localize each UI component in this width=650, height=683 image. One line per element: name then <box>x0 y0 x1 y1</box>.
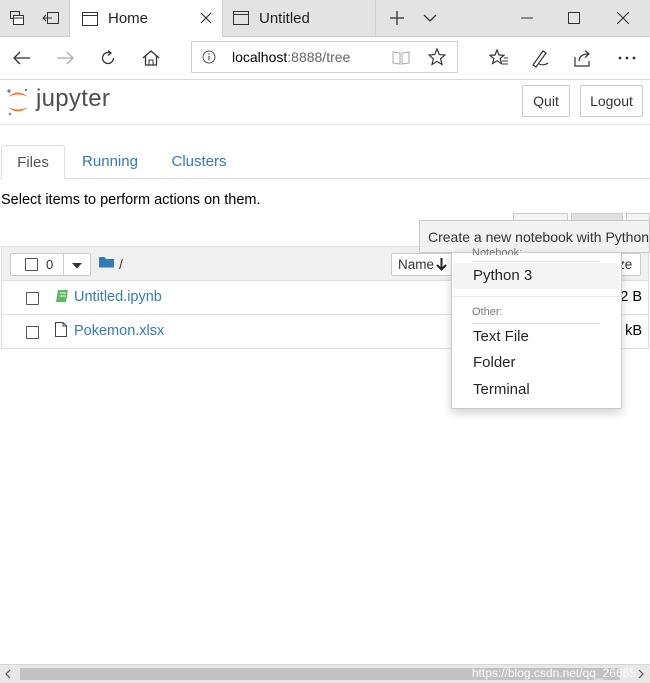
menu-item-label: Terminal <box>473 381 530 398</box>
arrow-down-icon <box>436 258 447 271</box>
caret-down-icon[interactable] <box>72 263 82 269</box>
horizontal-scrollbar[interactable]: https://blog.csdn.net/qq_26665 <box>0 664 650 683</box>
tab-untitled[interactable]: Untitled <box>224 0 376 36</box>
tab-manager-icon[interactable] <box>0 0 34 36</box>
url-host: localhost <box>232 49 288 65</box>
scroll-right-icon[interactable] <box>637 669 645 679</box>
select-all-checkbox[interactable] <box>25 258 38 271</box>
forward-icon[interactable] <box>47 40 83 76</box>
new-terminal-item[interactable]: Terminal <box>453 377 620 403</box>
browser-tab-bar: Home Untitled <box>0 0 650 37</box>
close-window-icon[interactable] <box>600 0 646 36</box>
notebook-icon <box>55 289 69 303</box>
sort-label: Name <box>398 257 435 272</box>
jupyter-header: jupyter Quit Logout <box>0 80 650 125</box>
scroll-left-icon[interactable] <box>4 669 12 679</box>
selected-count: 0 <box>46 257 54 272</box>
tab-label: Untitled <box>259 9 310 27</box>
row-checkbox[interactable] <box>26 326 39 339</box>
maximize-icon[interactable] <box>551 0 597 36</box>
tooltip-text: Create a new notebook with Python 3 <box>428 229 650 245</box>
favorites-hub-icon[interactable] <box>481 40 517 76</box>
browser-nav-bar: localhost:8888/tree <box>0 37 650 80</box>
file-icon <box>55 322 67 337</box>
jupyter-logo-icon[interactable] <box>5 86 31 118</box>
new-tab-icon[interactable] <box>380 0 414 36</box>
tab-clusters[interactable]: Clusters <box>158 145 240 178</box>
tab-files[interactable]: Files <box>1 145 65 179</box>
url-text[interactable]: localhost:8888/tree <box>232 49 350 65</box>
menu-divider <box>472 261 600 262</box>
notebook-section-header: Notebook: <box>472 247 523 255</box>
jupyter-wordmark: jupyter <box>36 85 111 112</box>
favorite-star-icon[interactable] <box>428 48 446 66</box>
menu-separator <box>452 296 621 297</box>
new-python3-notebook-item[interactable]: Python 3 <box>453 263 620 289</box>
new-dropdown-menu: Notebook: Python 3 Other: Text File Fold… <box>451 247 622 409</box>
address-bar[interactable]: localhost:8888/tree <box>191 41 458 73</box>
menu-item-label: Folder <box>473 354 516 371</box>
divider <box>63 254 64 275</box>
menu-item-label: Text File <box>473 328 529 345</box>
minimize-icon[interactable] <box>504 0 550 36</box>
site-info-icon[interactable] <box>202 50 216 64</box>
page-icon <box>233 11 249 25</box>
other-section-header: Other: <box>472 306 503 318</box>
menu-item-label: Python 3 <box>473 267 533 284</box>
watermark-text: https://blog.csdn.net/qq_26665 <box>471 666 636 680</box>
share-icon[interactable] <box>565 40 601 76</box>
row-checkbox[interactable] <box>26 292 39 305</box>
reading-view-icon[interactable] <box>392 50 410 65</box>
file-size: kB <box>625 323 642 339</box>
set-aside-tabs-icon[interactable] <box>34 0 68 36</box>
tab-home[interactable]: Home <box>69 0 223 37</box>
url-path: :8888/tree <box>287 49 351 65</box>
file-size: 2 B <box>620 289 642 305</box>
sort-by-name-button[interactable]: Name <box>391 253 453 276</box>
breadcrumb[interactable]: / <box>119 256 123 272</box>
select-items-message: Select items to perform actions on them. <box>1 192 261 208</box>
new-folder-item[interactable]: Folder <box>453 350 620 376</box>
refresh-icon[interactable] <box>90 40 126 76</box>
new-text-file-item[interactable]: Text File <box>453 324 620 350</box>
python3-tooltip: Create a new notebook with Python 3 <box>419 220 650 253</box>
file-link[interactable]: Untitled.ipynb <box>74 289 162 305</box>
folder-icon[interactable] <box>99 256 114 268</box>
tab-label: Home <box>108 10 149 27</box>
file-link[interactable]: Pokemon.xlsx <box>74 323 164 339</box>
back-icon[interactable] <box>4 40 40 76</box>
jupyter-tabs: Files Running Clusters <box>0 145 650 179</box>
tab-preview-chevron-icon[interactable] <box>413 0 447 36</box>
close-tab-icon[interactable] <box>196 8 216 28</box>
more-menu-icon[interactable] <box>609 40 645 76</box>
home-icon[interactable] <box>133 40 169 76</box>
quit-button[interactable]: Quit <box>522 85 570 117</box>
select-all-group: 0 <box>10 253 91 276</box>
logout-button[interactable]: Logout <box>580 85 643 117</box>
tab-running[interactable]: Running <box>70 145 150 178</box>
page-icon <box>82 11 98 26</box>
pen-notes-icon[interactable] <box>522 40 558 76</box>
